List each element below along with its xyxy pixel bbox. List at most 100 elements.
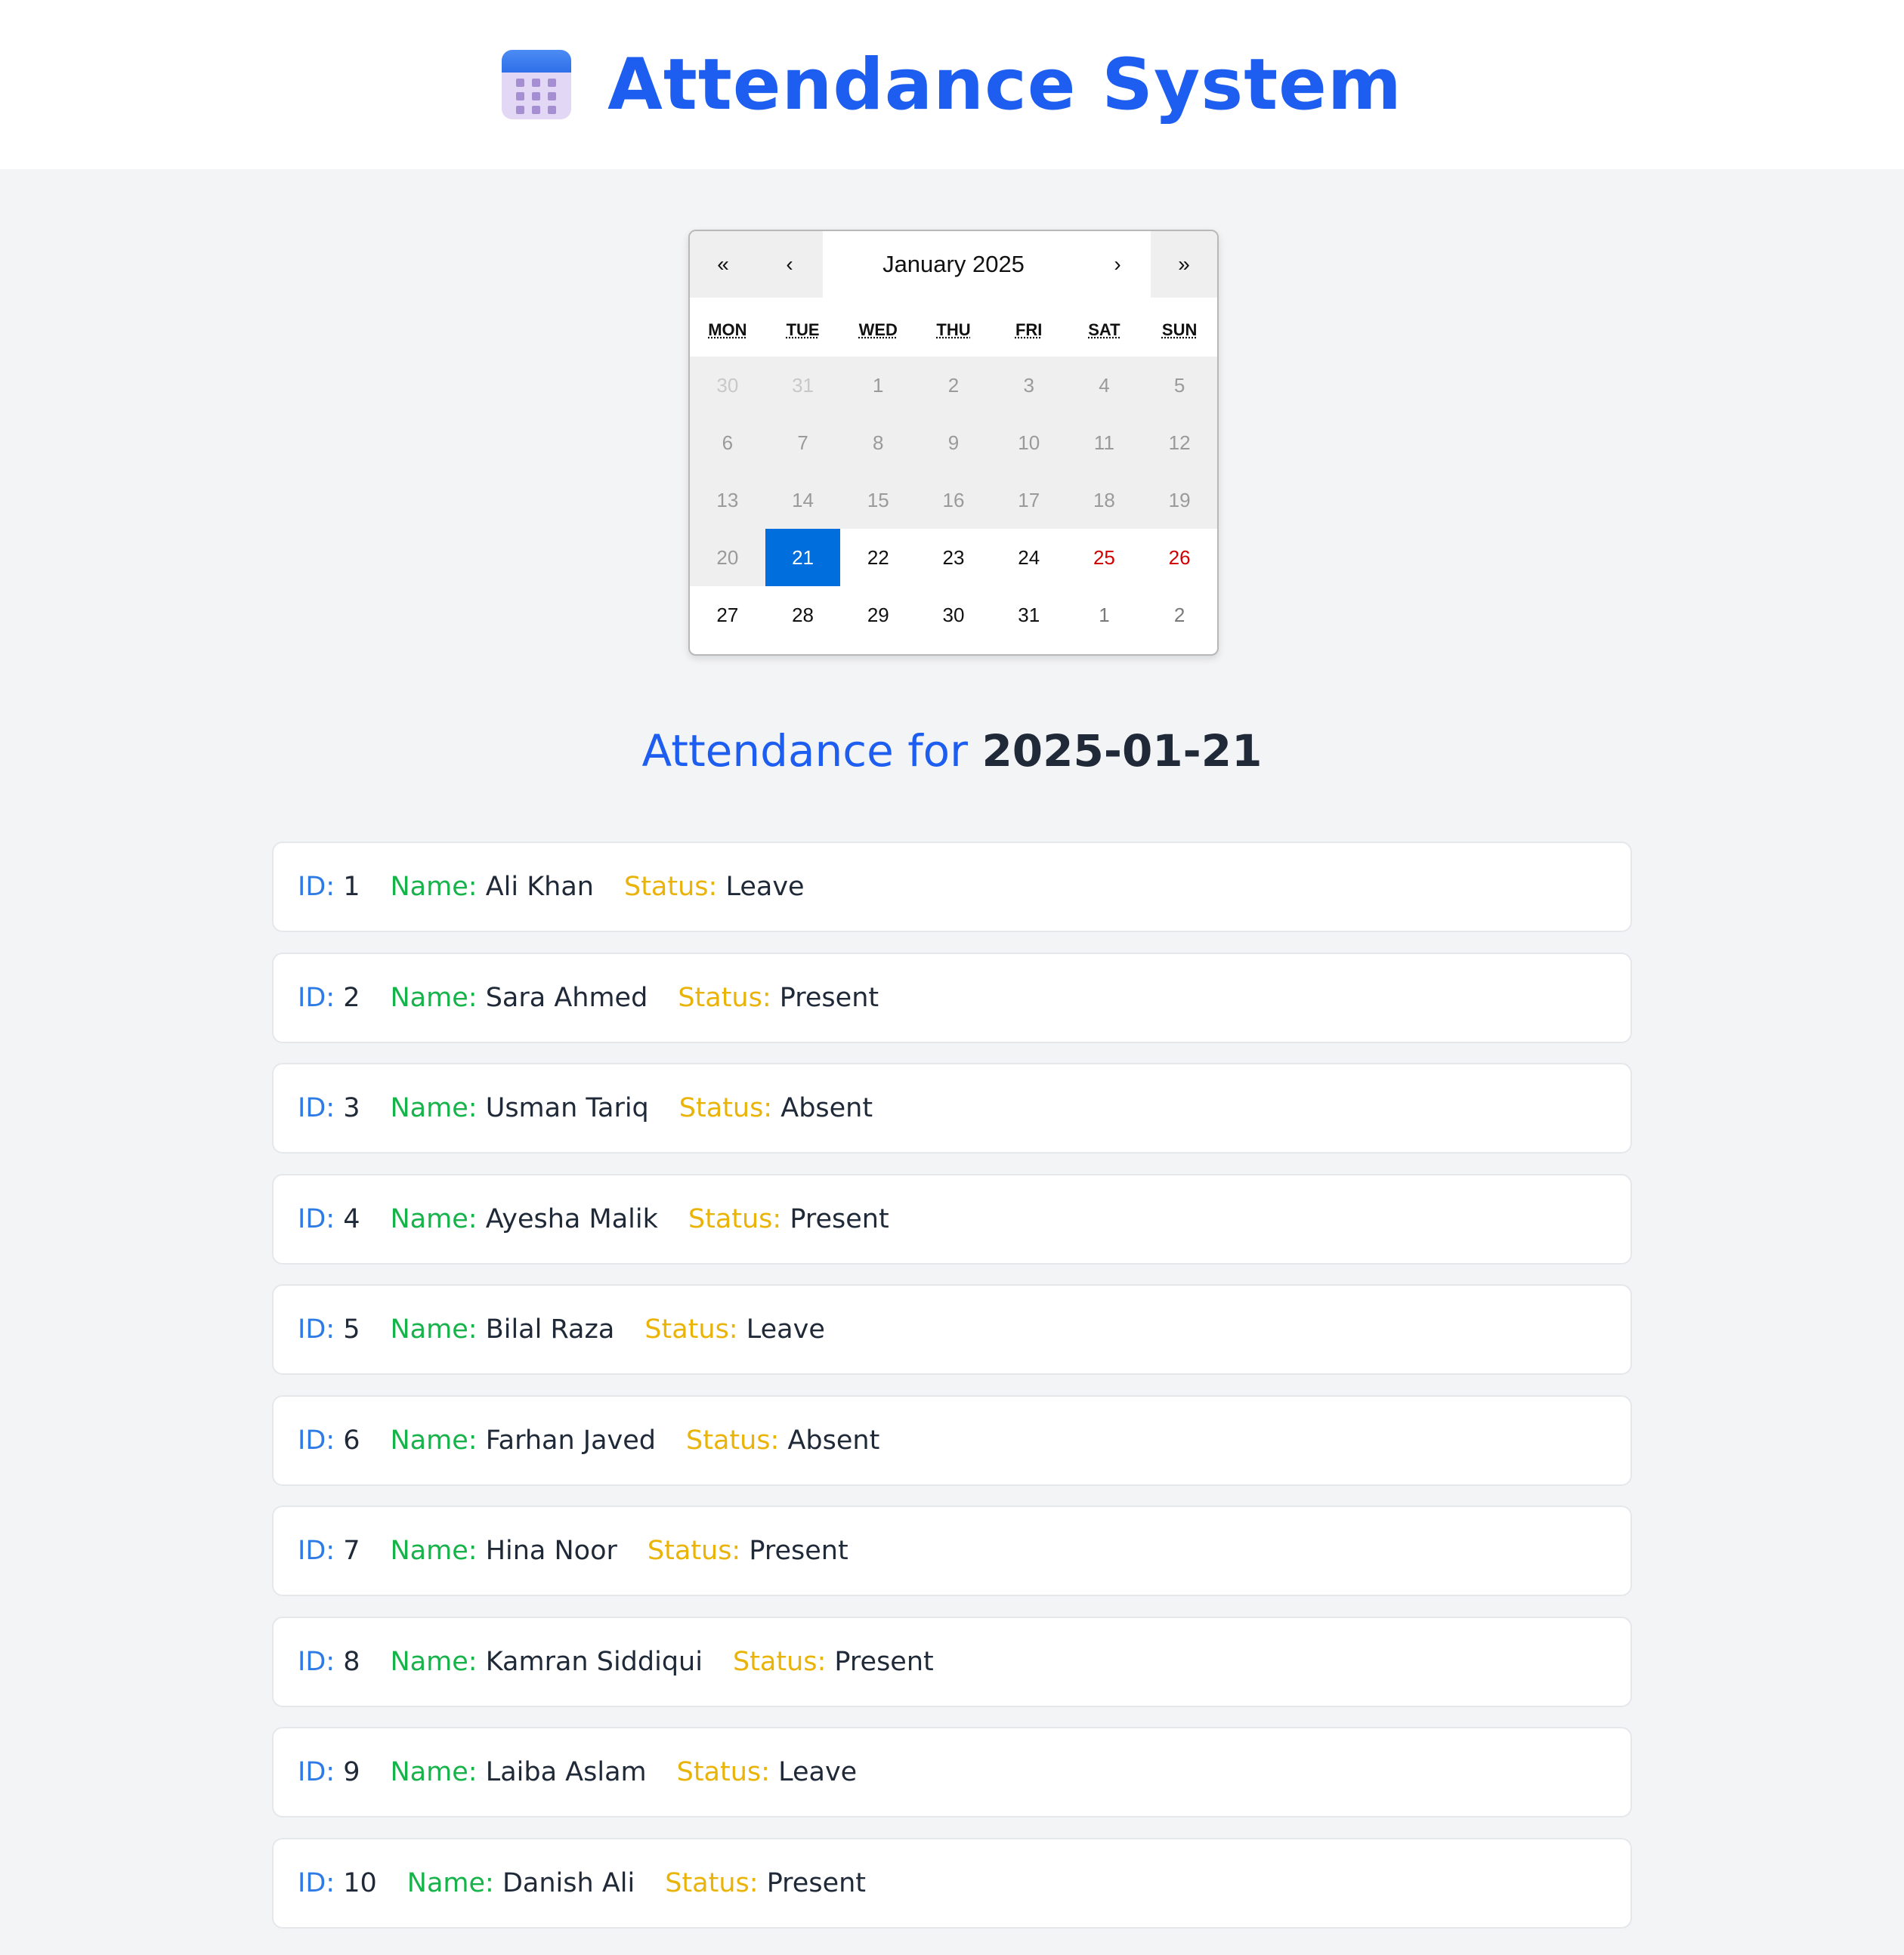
- id-label: ID:: [298, 1314, 335, 1345]
- name-value: Bilal Raza: [485, 1314, 615, 1345]
- calendar-day[interactable]: 31: [991, 586, 1067, 644]
- name-field: Name: Kamran Siddiqui: [391, 1647, 703, 1677]
- status-field: Status: Present: [665, 1868, 866, 1898]
- next-year-button[interactable]: »: [1151, 231, 1217, 298]
- attendance-row: ID: 7 Name: Hina Noor Status: Present: [272, 1506, 1632, 1596]
- month-year-label[interactable]: January 2025: [823, 231, 1084, 298]
- weekday-sat: SAT: [1088, 320, 1120, 339]
- calendar-day[interactable]: 13: [690, 471, 765, 529]
- status-label: Status:: [678, 982, 771, 1013]
- calendar-day[interactable]: 6: [690, 414, 765, 471]
- id-value: 3: [343, 1093, 360, 1123]
- name-label: Name:: [390, 872, 478, 902]
- id-field: ID: 1: [298, 872, 360, 902]
- calendar-day[interactable]: 7: [765, 414, 841, 471]
- calendar-day[interactable]: 4: [1066, 357, 1142, 414]
- calendar-day[interactable]: 1: [1067, 586, 1142, 644]
- name-label: Name:: [390, 1425, 478, 1456]
- status-value: Present: [749, 1536, 848, 1566]
- calendar-day[interactable]: 22: [840, 529, 916, 586]
- calendar-day[interactable]: 31: [765, 357, 841, 414]
- name-label: Name:: [390, 1314, 478, 1345]
- name-label: Name:: [390, 1536, 478, 1566]
- calendar-day[interactable]: 3: [991, 357, 1067, 414]
- calendar-day[interactable]: 8: [840, 414, 916, 471]
- calendar-day[interactable]: 24: [991, 529, 1067, 586]
- status-field: Status: Leave: [644, 1314, 825, 1345]
- id-label: ID:: [298, 1867, 335, 1898]
- prev-year-button[interactable]: «: [690, 231, 756, 298]
- status-label: Status:: [676, 1757, 770, 1787]
- status-field: Status: Present: [733, 1647, 934, 1677]
- calendar-day[interactable]: 15: [840, 471, 916, 529]
- id-label: ID:: [298, 1646, 335, 1677]
- status-value: Present: [766, 1867, 867, 1898]
- name-value: Hina Noor: [485, 1536, 617, 1566]
- calendar-day[interactable]: 2: [916, 357, 991, 414]
- name-field: Name: Danish Ali: [407, 1868, 635, 1898]
- calendar-day[interactable]: 23: [916, 529, 991, 586]
- id-label: ID:: [298, 1203, 335, 1234]
- status-value: Leave: [778, 1757, 858, 1787]
- name-field: Name: Farhan Javed: [391, 1425, 657, 1456]
- status-value: Absent: [787, 1425, 880, 1456]
- weekday-header-row: MON TUE WED THU FRI SAT SUN: [690, 304, 1217, 357]
- name-value: Farhan Javed: [485, 1425, 657, 1456]
- calendar-day[interactable]: 14: [765, 471, 841, 529]
- calendar-day[interactable]: 20: [690, 529, 765, 586]
- id-value: 8: [343, 1646, 360, 1677]
- calendar-day[interactable]: 9: [916, 414, 991, 471]
- calendar-day[interactable]: 17: [991, 471, 1067, 529]
- app-title-group: Attendance System: [502, 44, 1402, 126]
- attendance-row: ID: 4 Name: Ayesha Malik Status: Present: [272, 1173, 1632, 1265]
- id-value: 2: [343, 982, 360, 1013]
- id-value: 6: [343, 1425, 360, 1456]
- calendar-day[interactable]: 16: [916, 471, 991, 529]
- id-field: ID: 6: [298, 1425, 360, 1456]
- calendar-day[interactable]: 18: [1066, 471, 1142, 529]
- prev-month-button[interactable]: ‹: [756, 231, 823, 298]
- id-field: ID: 2: [298, 983, 360, 1013]
- weekday-tue: TUE: [786, 320, 820, 339]
- id-value: 4: [343, 1203, 360, 1234]
- calendar-day[interactable]: 30: [916, 586, 991, 644]
- calendar-day[interactable]: 11: [1066, 414, 1142, 471]
- calendar-day-selected[interactable]: 21: [765, 529, 841, 586]
- calendar-day[interactable]: 25: [1067, 529, 1142, 586]
- calendar-day[interactable]: 30: [690, 357, 765, 414]
- attendance-row: ID: 8 Name: Kamran Siddiqui Status: Presen…: [272, 1616, 1632, 1707]
- calendar-day[interactable]: 10: [991, 414, 1067, 471]
- calendar-day[interactable]: 2: [1142, 586, 1217, 644]
- name-field: Name: Ayesha Malik: [391, 1204, 658, 1234]
- calendar-navigation: « ‹ January 2025 › »: [690, 231, 1217, 298]
- calendar-day[interactable]: 1: [840, 357, 916, 414]
- calendar-day[interactable]: 27: [690, 586, 765, 644]
- calendar-day[interactable]: 29: [840, 586, 916, 644]
- name-field: Name: Sara Ahmed: [391, 983, 648, 1013]
- name-field: Name: Laiba Aslam: [391, 1757, 647, 1787]
- id-field: ID: 5: [298, 1314, 360, 1345]
- id-value: 1: [343, 872, 360, 902]
- calendar-days-grid: 30 31 1 2 3 4 5 6 7 8 9 10 11 12 13 14 15 16 17 18 19 20 21 22 2…: [690, 357, 1217, 644]
- attendance-row: ID: 10 Name: Danish Ali Status: Present: [272, 1837, 1632, 1929]
- attendance-row: ID: 5 Name: Bilal Raza Status: Leave: [272, 1284, 1632, 1375]
- calendar-day[interactable]: 12: [1142, 414, 1217, 471]
- name-label: Name:: [390, 1093, 478, 1123]
- id-value: 5: [343, 1314, 360, 1345]
- status-field: Status: Leave: [624, 872, 805, 902]
- status-label: Status:: [678, 1093, 773, 1123]
- next-month-button[interactable]: ›: [1084, 231, 1151, 298]
- name-value: Usman Tariq: [485, 1093, 649, 1123]
- status-field: Status: Present: [678, 983, 879, 1013]
- calendar-day[interactable]: 28: [765, 586, 841, 644]
- weekday-mon: MON: [708, 320, 747, 339]
- weekday-thu: THU: [936, 320, 971, 339]
- calendar-day[interactable]: 19: [1142, 471, 1217, 529]
- name-label: Name:: [390, 1203, 478, 1234]
- calendar-day[interactable]: 26: [1142, 529, 1217, 586]
- id-label: ID:: [298, 1757, 335, 1787]
- id-label: ID:: [298, 982, 335, 1013]
- attendance-row: ID: 2 Name: Sara Ahmed Status: Present: [272, 952, 1632, 1043]
- calendar-day[interactable]: 5: [1142, 357, 1217, 414]
- status-value: Absent: [780, 1093, 873, 1123]
